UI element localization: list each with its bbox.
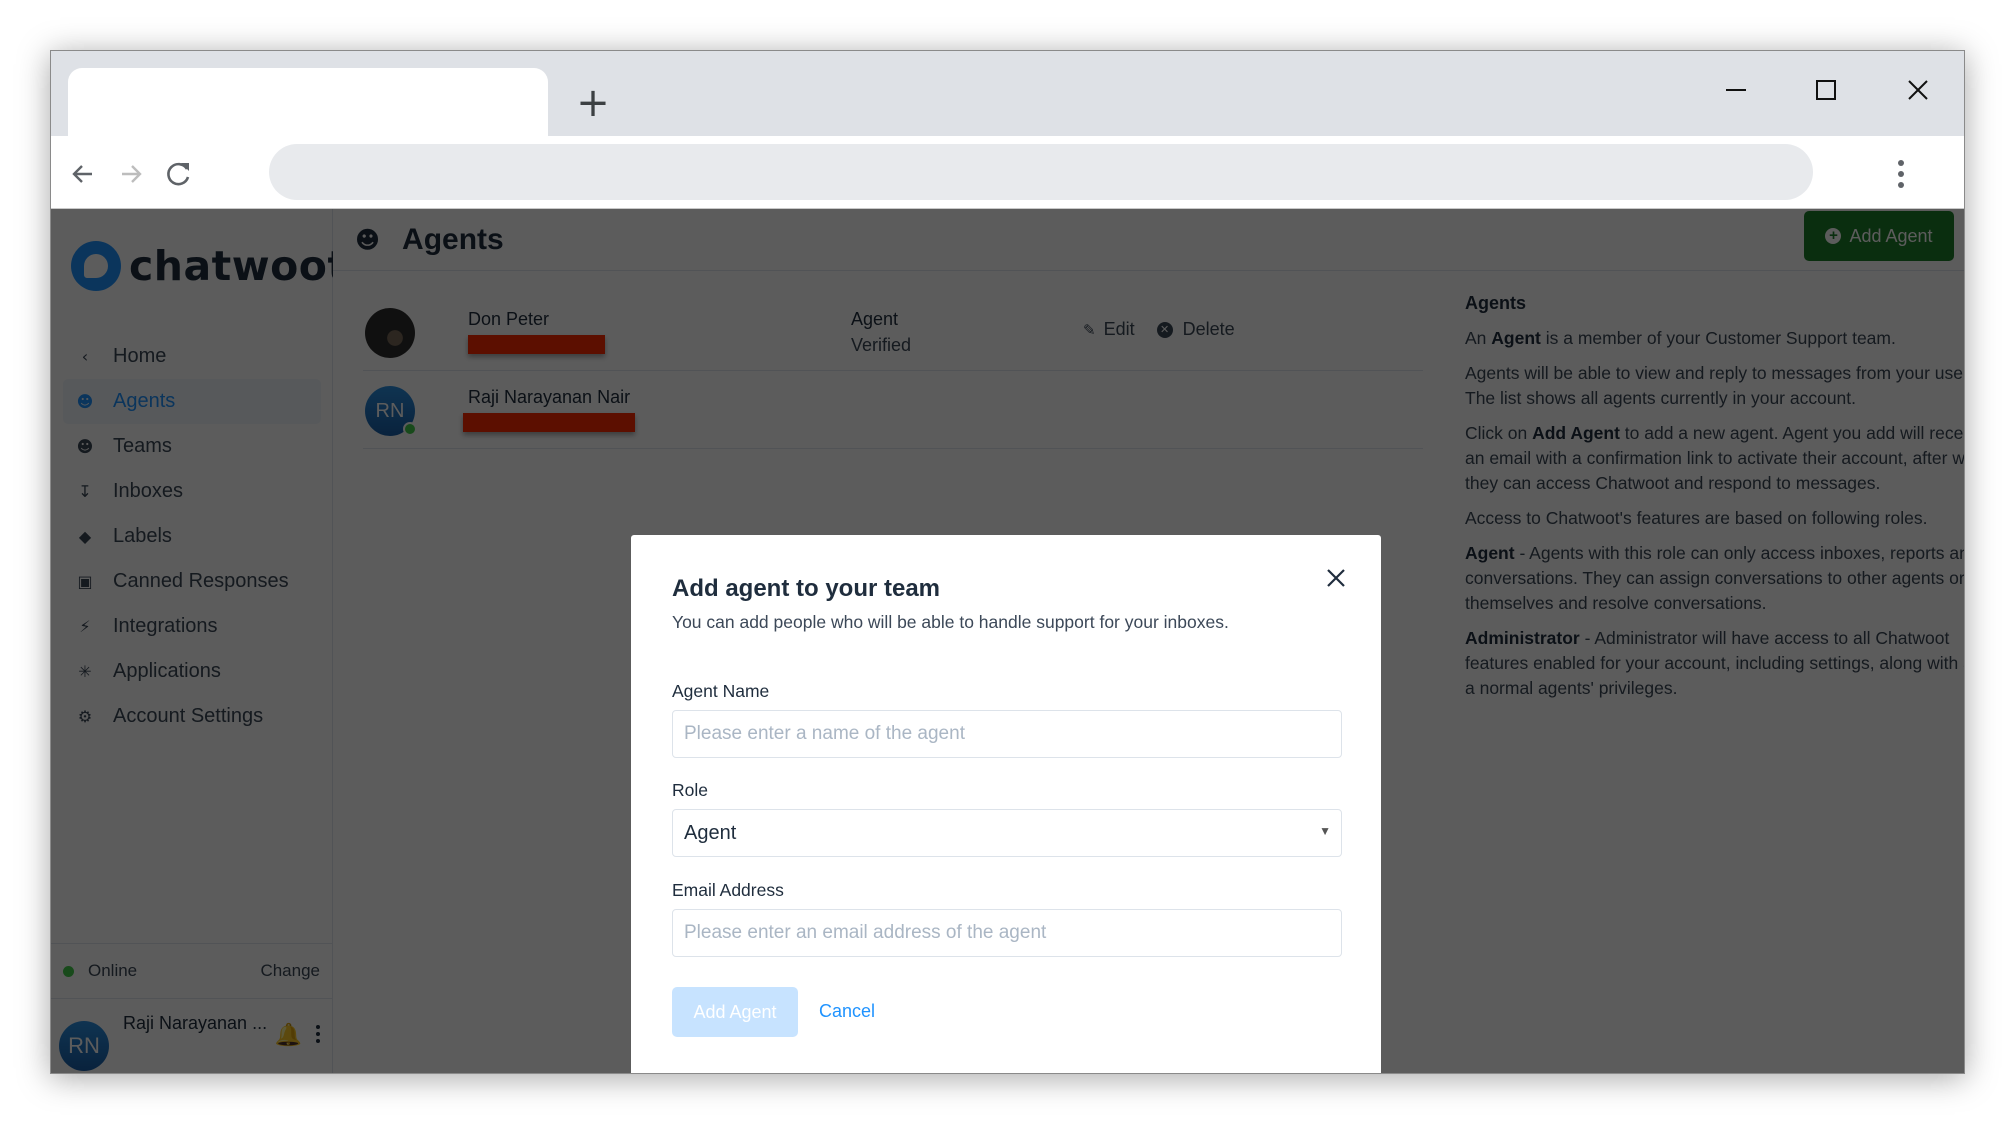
role-selected-value: Agent [684,821,737,844]
close-icon [1908,80,1928,100]
minimize-button[interactable] [1706,65,1766,115]
maximize-icon [1816,80,1836,100]
role-label: Role [672,780,708,800]
caret-down-icon: ▼ [1319,824,1331,838]
email-label: Email Address [672,880,784,900]
close-icon [1327,569,1345,587]
agent-name-label: Agent Name [672,681,770,701]
modal-overlay[interactable]: Add agent to your team You can add peopl… [51,209,1964,1073]
maximize-button[interactable] [1796,65,1856,115]
modal-title: Add agent to your team [672,575,941,602]
forward-button[interactable] [111,154,151,194]
email-input[interactable] [672,909,1342,957]
browser-window: + chatwoot ‹Home ☻Agents [50,50,1965,1074]
modal-subtitle: You can add people who will be able to h… [672,612,1229,632]
tab-strip: + [51,51,1964,136]
browser-menu-button[interactable] [1881,154,1921,194]
arrow-right-icon [122,165,142,183]
submit-add-agent-button[interactable]: Add Agent [672,987,798,1037]
reload-button[interactable] [159,154,199,194]
window-close-button[interactable] [1888,65,1948,115]
agent-name-input[interactable] [672,710,1342,758]
dot [1898,160,1904,166]
arrow-left-icon [72,165,92,183]
address-bar[interactable] [269,144,1813,200]
browser-tab[interactable] [68,68,548,136]
modal-close-button[interactable] [1321,563,1351,593]
reload-icon [167,162,190,186]
minimize-icon [1726,89,1746,91]
dot [1898,182,1904,188]
browser-toolbar [51,136,1964,209]
dot [1898,171,1904,177]
new-tab-button[interactable]: + [571,81,615,125]
cancel-button[interactable]: Cancel [819,1001,875,1022]
role-select[interactable]: Agent ▼ [672,809,1342,857]
back-button[interactable] [63,154,103,194]
add-agent-modal: Add agent to your team You can add peopl… [631,535,1381,1073]
